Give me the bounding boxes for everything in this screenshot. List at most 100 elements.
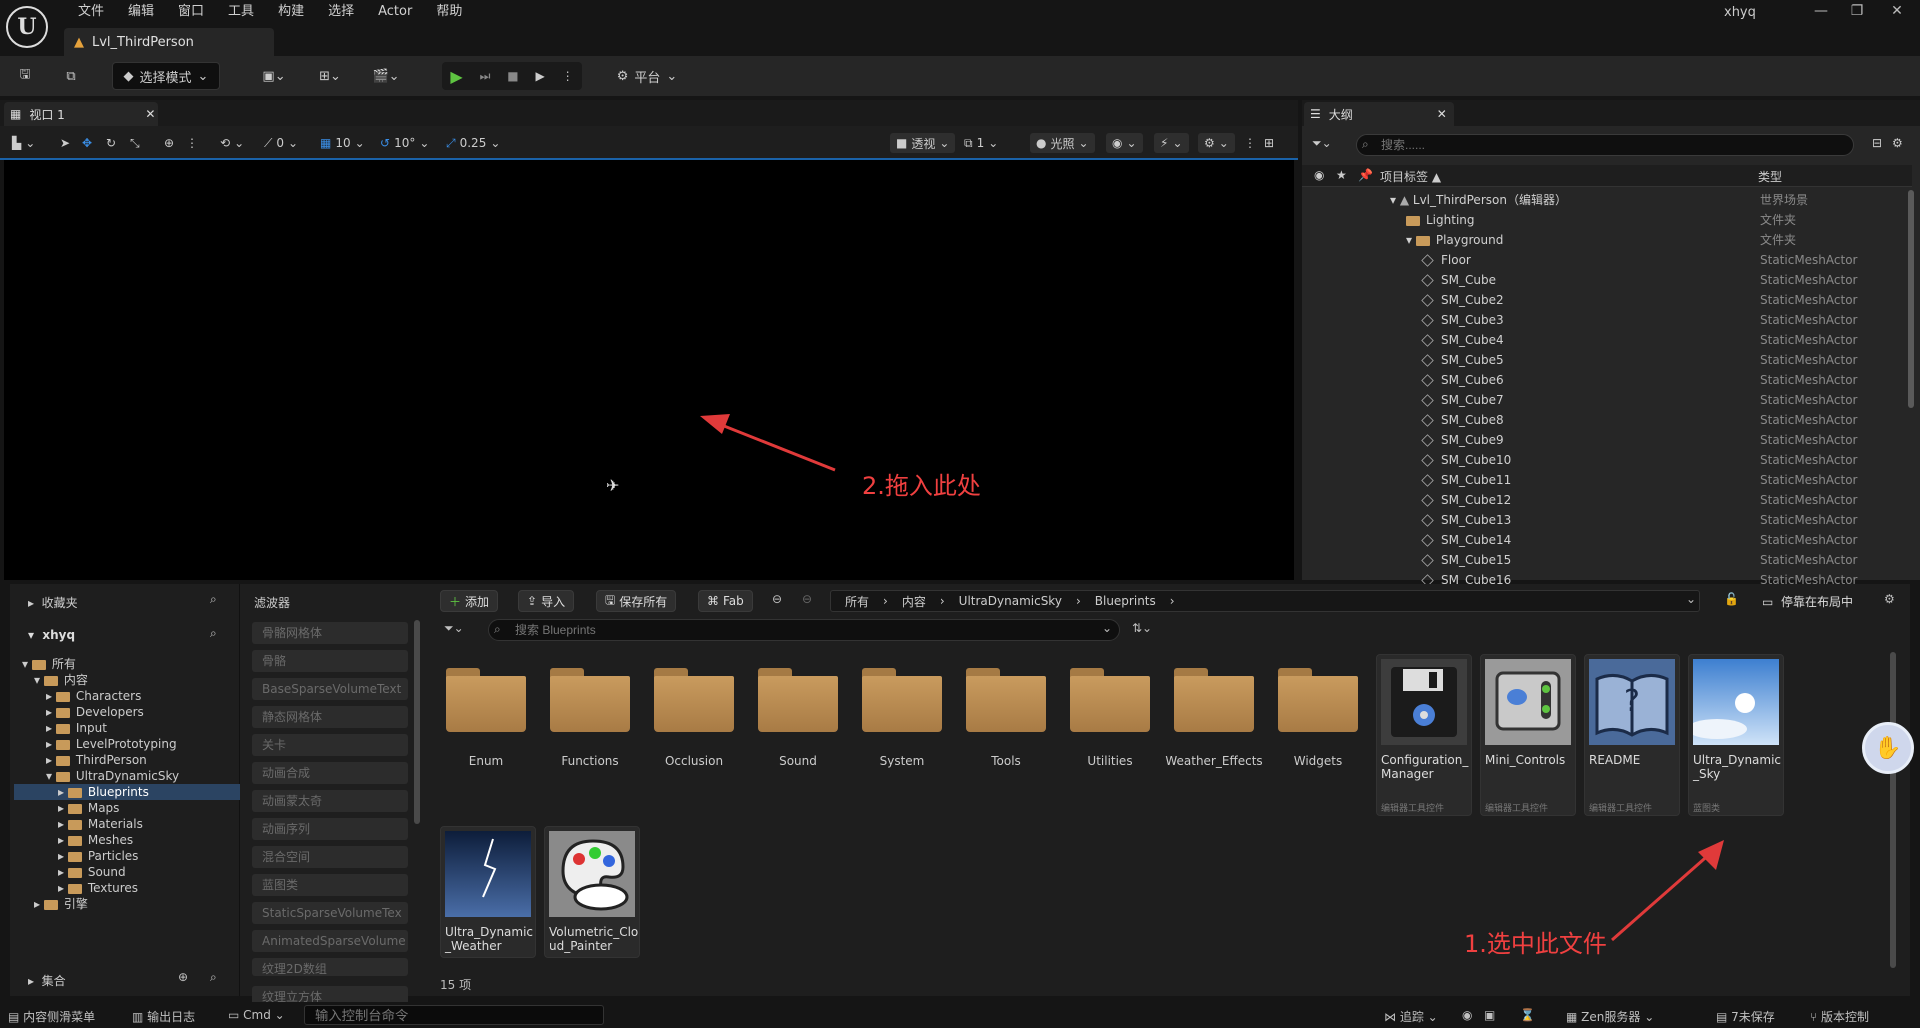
label-column-header[interactable]: 项目标签 ▲ [1380,168,1441,185]
asset-tile[interactable]: Configuration_Manager 编辑器工具控件 [1376,654,1472,816]
select-tool-icon[interactable]: ➤ [60,133,70,153]
dock-in-layout-button[interactable]: ▭ 停靠在布局中 [1762,593,1853,610]
crumb-blueprints[interactable]: Blueprints [1095,594,1156,608]
save-all-button[interactable]: 🖫 保存所有 [596,590,677,612]
outliner-row[interactable]: SM_Cube4 StaticMeshActor [1302,330,1910,350]
more-icon[interactable]: ⋮ [186,133,198,153]
menu-build[interactable]: 构建 [266,3,316,21]
output-log-button[interactable]: ▥ 输出日志 [132,1008,195,1025]
menu-select[interactable]: 选择 [316,3,366,21]
folder-tree-item[interactable]: ▾ 内容 [14,672,240,688]
outliner-row[interactable]: Lighting 文件夹 [1302,210,1910,230]
camera-speed-dropdown[interactable]: ⧉ 1 ⌄ [964,133,998,153]
stop-icon[interactable]: ■ [507,69,518,83]
viewport-tab[interactable]: ▦ 视口 1 ✕ [4,102,158,126]
type-column-header[interactable]: 类型 [1758,168,1782,185]
chevron-icon[interactable]: ▸ [46,689,56,703]
folder-tree-item[interactable]: ▸ Developers [14,704,240,720]
realtime-dropdown[interactable]: ⚡ ⌄ [1154,133,1189,153]
asset-tile[interactable]: Ultra_Dynamic_Weather [440,826,536,958]
filter-chip[interactable]: 骨骼 [252,650,408,672]
menu-help[interactable]: 帮助 [424,3,474,21]
content-drawer-button[interactable]: ▤ 内容侧滑菜单 [8,1008,95,1025]
forward-icon[interactable]: ⊖ [802,592,812,606]
folder-tree-item[interactable]: ▸ Particles [14,848,240,864]
filter-icon[interactable]: ⏷⌄ [1312,136,1332,151]
close-icon[interactable]: ✕ [145,107,155,121]
folder-tree-item[interactable]: ▸ ThirdPerson [14,752,240,768]
chevron-down-icon[interactable]: ▾ [1406,233,1416,247]
chevron-icon[interactable]: ▸ [58,881,68,895]
rotate-tool-icon[interactable]: ↻ [106,133,116,153]
filters-scrollbar[interactable] [414,620,420,824]
transform-mode-dropdown[interactable]: ▙ ⌄ [12,133,35,153]
zen-server-dropdown[interactable]: ▦ Zen服务器 ⌄ [1566,1008,1654,1025]
chevron-down-icon[interactable]: ⌄ [1102,621,1112,635]
asset-tile[interactable]: Mini_Controls 编辑器工具控件 [1480,654,1576,816]
outliner-tab[interactable]: ☰ 大纲 ✕ [1304,102,1454,126]
outliner-row[interactable]: SM_Cube5 StaticMeshActor [1302,350,1910,370]
grid-snap-dropdown[interactable]: ▦ 10 ⌄ [320,133,365,153]
chevron-icon[interactable]: ▸ [58,833,68,847]
outliner-row[interactable]: SM_Cube13 StaticMeshActor [1302,510,1910,530]
folder-tile[interactable]: Occlusion [644,658,744,768]
cmd-dropdown[interactable]: ▭ Cmd ⌄ [228,1008,285,1022]
select-mode-button[interactable]: ◆ 选择模式 ⌄ [112,62,220,90]
folder-tile[interactable]: Tools [956,658,1056,768]
filter-chip[interactable]: AnimatedSparseVolume [252,930,408,952]
chevron-icon[interactable]: ▾ [34,673,44,687]
menu-actor[interactable]: Actor [366,3,424,21]
outliner-row[interactable]: SM_Cube9 StaticMeshActor [1302,430,1910,450]
folder-tile[interactable]: Functions [540,658,640,768]
eject-icon[interactable]: ▶ [535,69,544,83]
filter-chip[interactable]: StaticSparseVolumeTex [252,902,408,924]
chevron-icon[interactable]: ▸ [46,721,56,735]
outliner-row[interactable]: SM_Cube3 StaticMeshActor [1302,310,1910,330]
rotation-snap-dropdown[interactable]: ↺ 10° ⌄ [380,133,429,153]
version-control-button[interactable]: ⑂ 版本控制 [1810,1008,1869,1025]
crumb-uds[interactable]: UltraDynamicSky [959,594,1062,608]
save-icon[interactable]: 🖫 [12,62,38,90]
chevron-icon[interactable]: ▸ [58,801,68,815]
menu-edit[interactable]: 编辑 [116,3,166,21]
pin-column-icon[interactable]: 📌 [1358,168,1373,182]
add-folder-icon[interactable]: ⊟ [1872,136,1882,150]
menu-tools[interactable]: 工具 [216,3,266,21]
record-icon[interactable]: ◉ [1462,1008,1472,1022]
add-collection-icon[interactable]: ⊕ [178,970,188,984]
folder-tile[interactable]: Enum [436,658,536,768]
folder-tile[interactable]: Sound [748,658,848,768]
folder-tile[interactable]: System [852,658,952,768]
folder-tree-item[interactable]: ▾ UltraDynamicSky [14,768,240,784]
minimize-icon[interactable]: — [1812,2,1830,20]
outliner-search-input[interactable] [1356,134,1854,156]
collections-header[interactable]: ▸ 集合 [28,972,66,989]
import-button[interactable]: ⇪ 导入 [518,590,575,612]
trace-dropdown[interactable]: ⋈ 追踪 ⌄ [1384,1008,1438,1025]
outliner-row[interactable]: SM_Cube14 StaticMeshActor [1302,530,1910,550]
chevron-icon[interactable]: ▸ [46,737,56,751]
chevron-icon[interactable]: ▸ [58,865,68,879]
folder-tree-item[interactable]: ▸ Input [14,720,240,736]
search-icon[interactable]: ⌕ [210,626,217,641]
chevron-icon[interactable]: ▸ [34,897,44,911]
search-icon[interactable]: ⌕ [210,970,217,985]
chevron-icon[interactable]: ▾ [46,769,56,783]
cinematics-icon[interactable]: 🎬⌄ [366,62,406,90]
more-icon[interactable]: ⋮ [1244,133,1256,153]
chevron-icon[interactable]: ▸ [58,849,68,863]
folder-tree-item[interactable]: ▸ Materials [14,816,240,832]
filter-chip[interactable]: 混合空间 [252,846,408,868]
chevron-down-icon[interactable]: ▾ [1390,193,1400,207]
level-viewport[interactable] [4,160,1294,580]
outliner-row[interactable]: ▾ Playground 文件夹 [1302,230,1910,250]
folder-tree-item[interactable]: ▸ Maps [14,800,240,816]
unreal-logo-icon[interactable]: U [6,6,48,48]
add-actor-icon[interactable]: ▣⌄ [254,62,294,90]
platform-button[interactable]: ⚙ 平台 ⌄ [612,62,682,90]
blueprint-icon[interactable]: ⊞⌄ [310,62,350,90]
timer-icon[interactable]: ⌛ [1520,1008,1535,1022]
screenshot-icon[interactable]: ▣ [1484,1008,1495,1022]
outliner-row[interactable]: SM_Cube7 StaticMeshActor [1302,390,1910,410]
gear-icon[interactable]: ⚙ [1884,592,1895,606]
